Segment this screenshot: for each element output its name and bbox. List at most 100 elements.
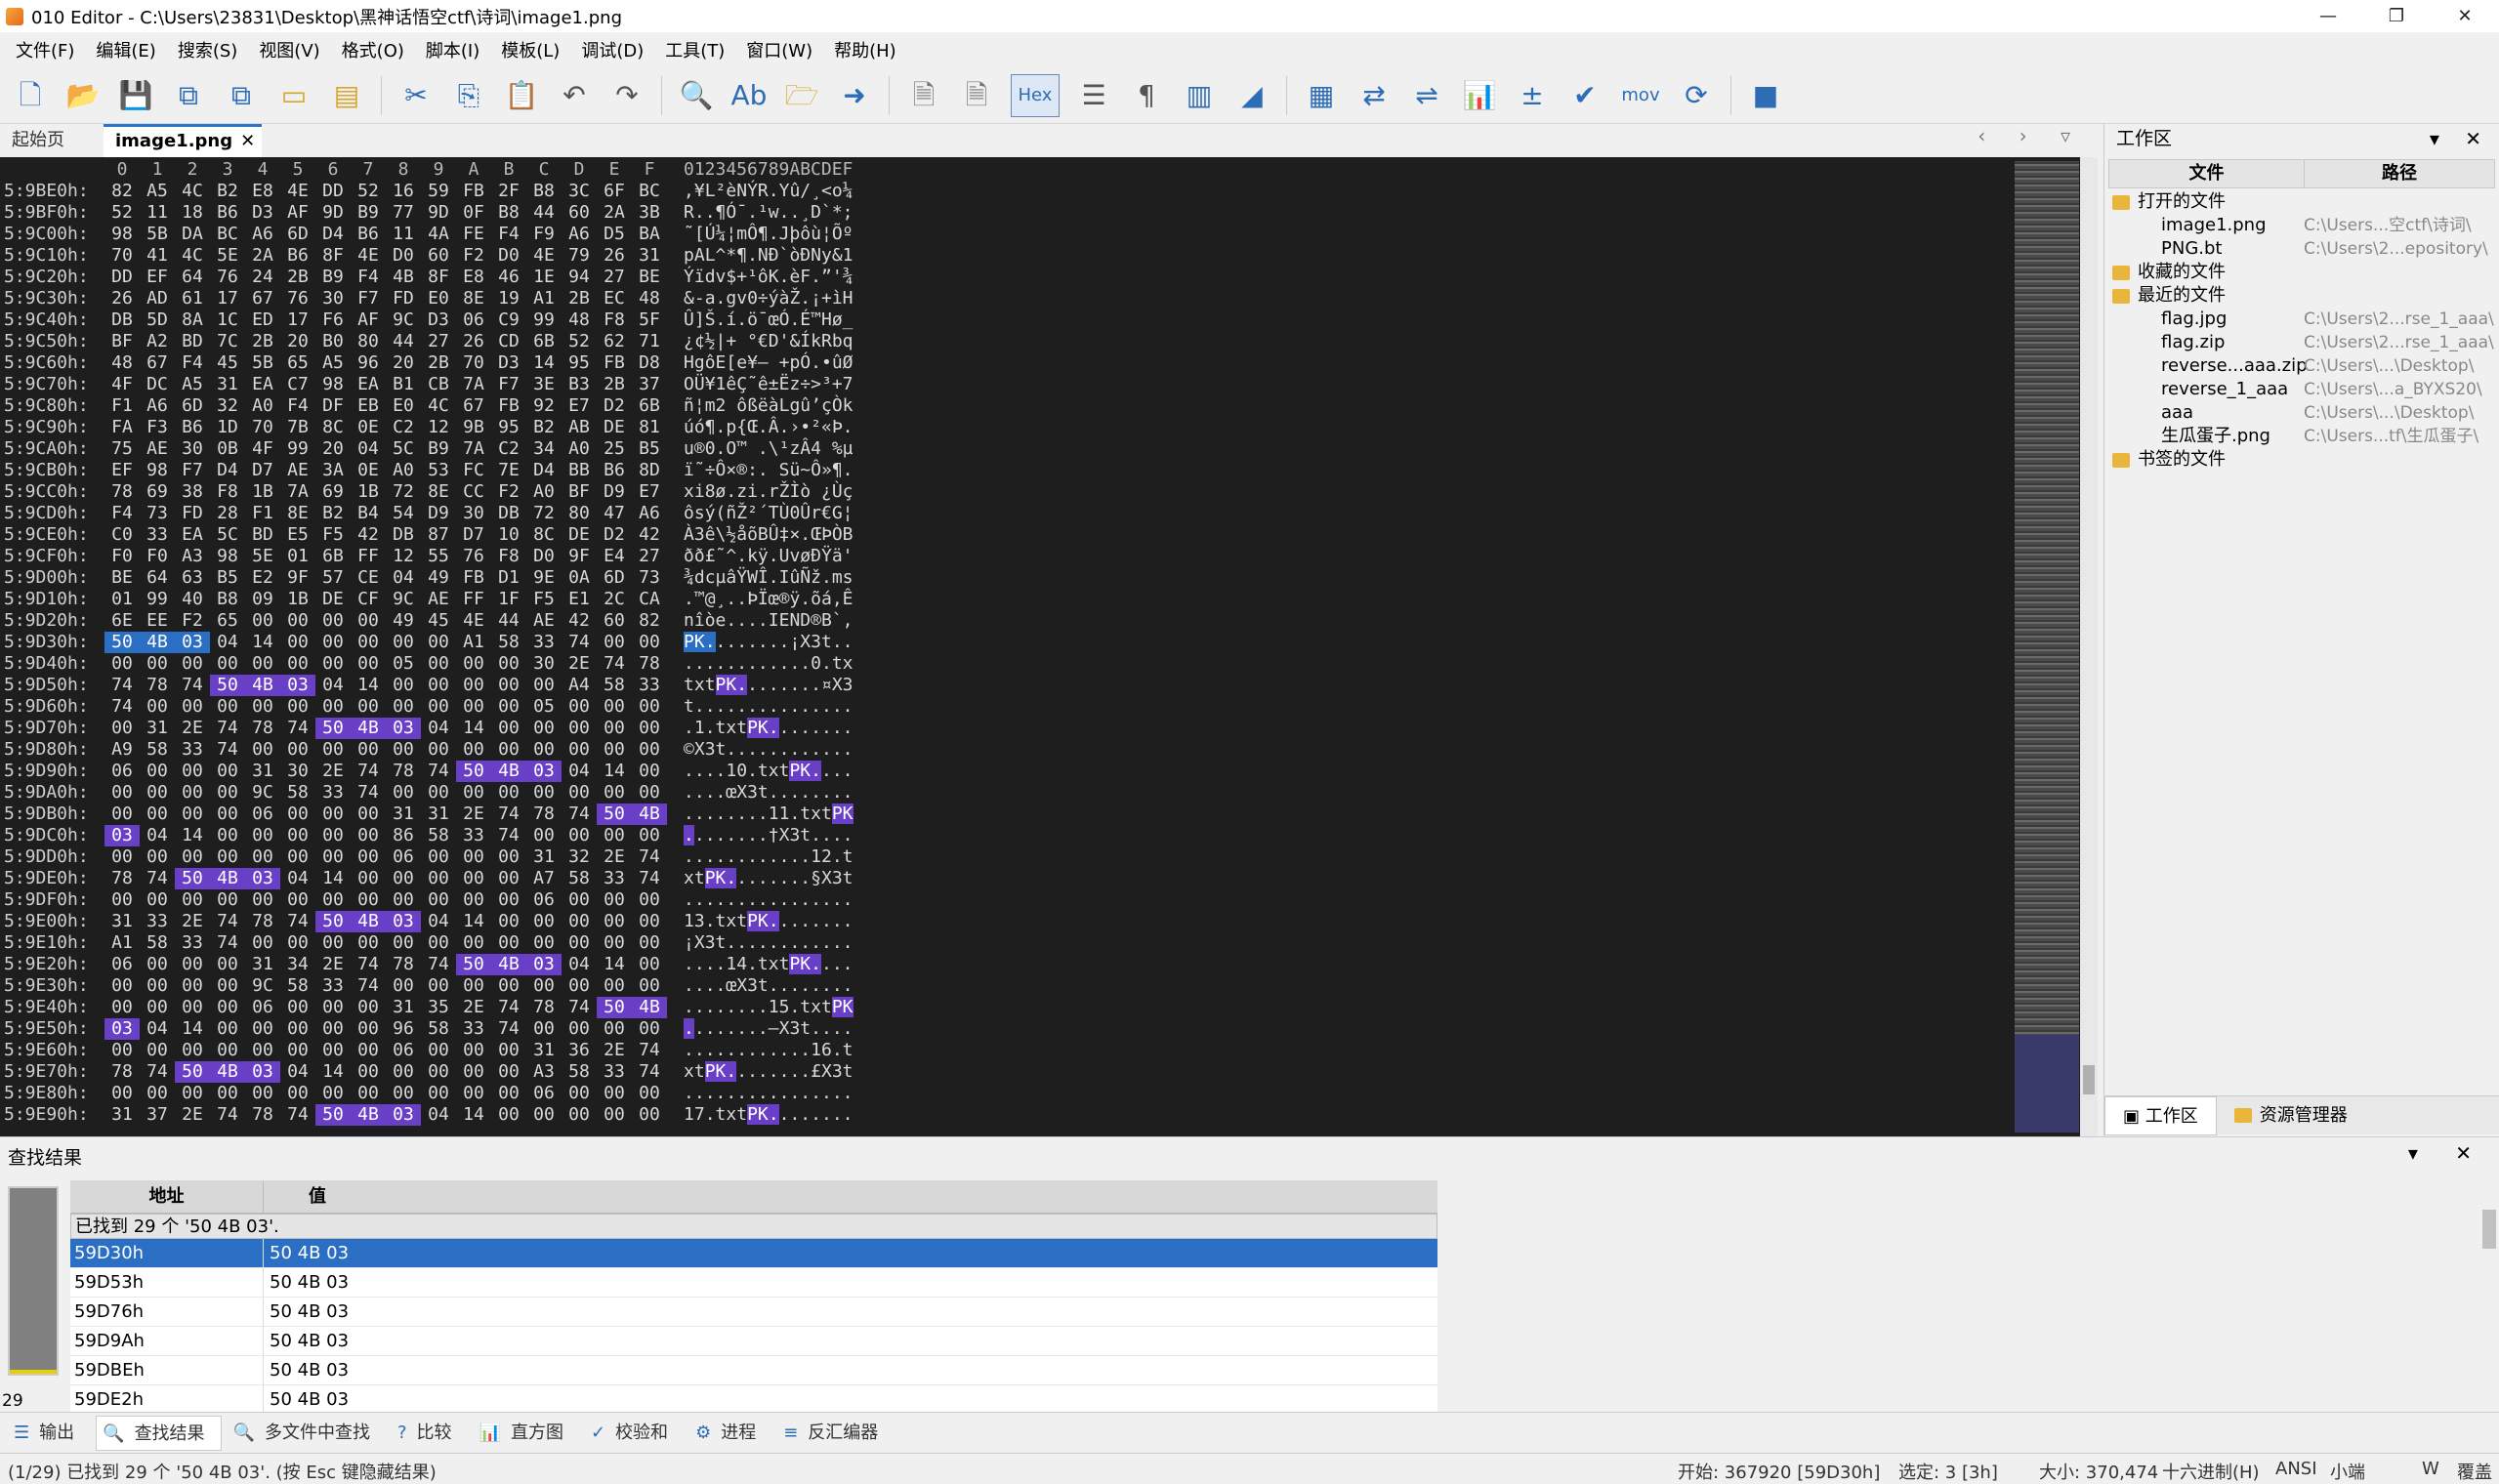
hex-byte[interactable]: 00: [597, 739, 632, 761]
hex-byte[interactable]: 0E: [351, 460, 386, 481]
hex-byte[interactable]: 87: [421, 524, 456, 546]
hex-byte[interactable]: 74: [562, 632, 597, 653]
menu-search[interactable]: 搜索(S): [170, 37, 251, 62]
hex-byte[interactable]: F4: [104, 503, 140, 524]
hex-byte[interactable]: B6: [280, 245, 315, 267]
hex-byte[interactable]: 50: [315, 1104, 351, 1126]
hex-byte[interactable]: 3B: [632, 202, 667, 224]
ascii-text[interactable]: ¡X3t............: [684, 932, 854, 954]
hex-byte[interactable]: BC: [632, 181, 667, 202]
hex-byte[interactable]: 20: [386, 352, 421, 374]
hex-byte[interactable]: 06: [104, 954, 140, 975]
hex-byte[interactable]: 2B: [562, 288, 597, 309]
hex-byte[interactable]: 58: [421, 825, 456, 846]
column-address[interactable]: 地址: [70, 1180, 264, 1213]
hex-byte[interactable]: 00: [315, 825, 351, 846]
hex-byte[interactable]: DB: [104, 309, 140, 331]
hex-byte[interactable]: 9F: [280, 567, 315, 589]
hex-byte[interactable]: 00: [175, 975, 210, 997]
hex-byte[interactable]: F4: [351, 267, 386, 288]
hex-byte[interactable]: 00: [104, 653, 140, 675]
hex-byte[interactable]: 31: [245, 761, 280, 782]
hex-byte[interactable]: 00: [280, 653, 315, 675]
hex-byte[interactable]: 00: [280, 889, 315, 911]
hex-byte[interactable]: 98: [140, 460, 175, 481]
ascii-text[interactable]: ........15.txtPK: [684, 997, 854, 1018]
hex-byte[interactable]: 5E: [210, 245, 245, 267]
hex-byte[interactable]: 74: [491, 825, 526, 846]
hex-byte[interactable]: 34: [526, 438, 562, 460]
hex-byte[interactable]: 31: [386, 804, 421, 825]
ascii-text[interactable]: ï˜÷Ô×®:. Sü~Ô»¶.: [684, 460, 854, 481]
hex-byte[interactable]: D3: [421, 309, 456, 331]
menu-view[interactable]: 视图(V): [251, 37, 333, 62]
hex-byte[interactable]: 00: [562, 889, 597, 911]
hex-byte[interactable]: EA: [245, 374, 280, 395]
hex-byte[interactable]: 9E: [526, 567, 562, 589]
hex-byte[interactable]: 00: [245, 1018, 280, 1040]
result-row[interactable]: 59D53h 50 4B 03: [70, 1268, 1437, 1298]
status-charset[interactable]: ANSI: [2275, 1459, 2317, 1479]
hex-byte[interactable]: E7: [632, 481, 667, 503]
checksum-icon[interactable]: ±: [1514, 77, 1551, 114]
hex-byte[interactable]: 00: [315, 739, 351, 761]
hex-byte[interactable]: 06: [386, 1040, 421, 1061]
ascii-text[interactable]: úó¶.p{Œ.Â.›•²«Þ.: [684, 417, 854, 438]
hex-byte[interactable]: F8: [491, 546, 526, 567]
hex-byte[interactable]: 50: [175, 868, 210, 889]
hex-byte[interactable]: 00: [386, 782, 421, 804]
hex-byte[interactable]: 14: [456, 718, 491, 739]
hex-byte[interactable]: 00: [456, 868, 491, 889]
hex-byte[interactable]: 45: [210, 352, 245, 374]
hex-byte[interactable]: 00: [280, 932, 315, 954]
hex-byte[interactable]: 2E: [175, 911, 210, 932]
hex-byte[interactable]: AF: [351, 309, 386, 331]
hex-byte[interactable]: 8C: [526, 524, 562, 546]
hex-byte[interactable]: FE: [456, 224, 491, 245]
hex-byte[interactable]: 50: [315, 718, 351, 739]
hex-byte[interactable]: 14: [175, 1018, 210, 1040]
hex-byte[interactable]: 20: [315, 438, 351, 460]
hex-byte[interactable]: 00: [456, 1040, 491, 1061]
hex-byte[interactable]: 00: [421, 1040, 456, 1061]
bottom-tab[interactable]: ≡ 反汇编器: [777, 1416, 894, 1451]
hex-byte[interactable]: A9: [104, 739, 140, 761]
hex-byte[interactable]: 18: [175, 202, 210, 224]
hex-byte[interactable]: 14: [456, 1104, 491, 1126]
hex-byte[interactable]: 00: [245, 610, 280, 632]
hex-byte[interactable]: 00: [421, 1061, 456, 1083]
hex-byte[interactable]: 48: [562, 309, 597, 331]
hex-byte[interactable]: 74: [140, 1061, 175, 1083]
hex-byte[interactable]: AE: [526, 610, 562, 632]
bottom-tab[interactable]: 🔍 多文件中查找: [228, 1416, 386, 1451]
hex-byte[interactable]: DC: [140, 374, 175, 395]
hex-byte[interactable]: 42: [632, 524, 667, 546]
hex-byte[interactable]: 00: [421, 696, 456, 718]
hex-byte[interactable]: 31: [421, 804, 456, 825]
hex-byte[interactable]: 35: [421, 997, 456, 1018]
hex-byte[interactable]: 1B: [245, 481, 280, 503]
ascii-text[interactable]: ............12.t: [684, 846, 854, 868]
hex-byte[interactable]: FB: [456, 567, 491, 589]
hex-byte[interactable]: CC: [456, 481, 491, 503]
hex-byte[interactable]: 74: [421, 761, 456, 782]
hex-byte[interactable]: 37: [632, 374, 667, 395]
hex-byte[interactable]: 98: [210, 546, 245, 567]
hex-byte[interactable]: 2B: [280, 267, 315, 288]
hex-byte[interactable]: 06: [245, 804, 280, 825]
hex-byte[interactable]: 00: [315, 804, 351, 825]
ascii-text[interactable]: xi8ø.zi.rŽÌò ¿Ùç: [684, 481, 854, 503]
hex-byte[interactable]: 00: [140, 975, 175, 997]
ascii-text[interactable]: nîòe....IEND®B`‚: [684, 610, 854, 632]
hex-byte[interactable]: 00: [386, 696, 421, 718]
hex-byte[interactable]: 04: [280, 868, 315, 889]
hex-byte[interactable]: 00: [175, 1040, 210, 1061]
hex-byte[interactable]: 74: [491, 997, 526, 1018]
hex-byte[interactable]: 00: [386, 632, 421, 653]
disassembler-button[interactable]: mov: [1619, 77, 1662, 114]
hex-byte[interactable]: 09: [245, 589, 280, 610]
hex-byte[interactable]: E7: [562, 395, 597, 417]
hex-byte[interactable]: 1B: [280, 589, 315, 610]
hex-byte[interactable]: EE: [140, 610, 175, 632]
hex-byte[interactable]: 50: [456, 761, 491, 782]
